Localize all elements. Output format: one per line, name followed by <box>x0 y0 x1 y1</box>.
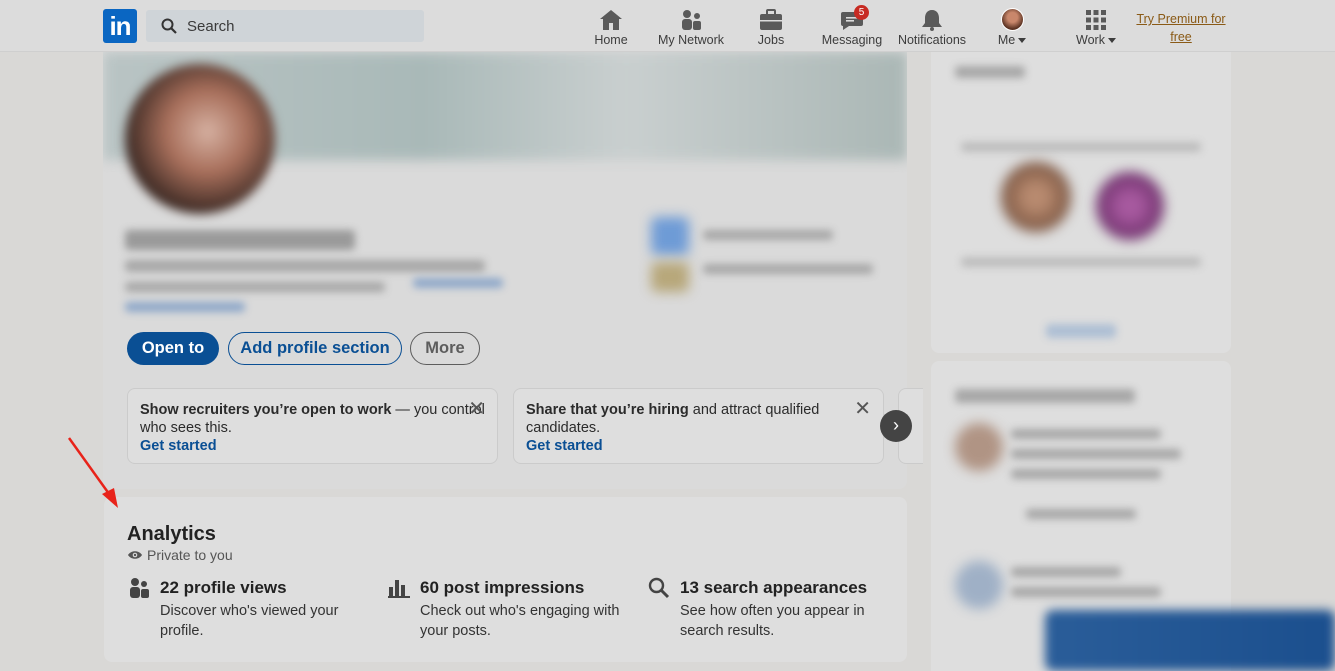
annotation-arrow-icon <box>67 437 118 508</box>
blurred-person-photo <box>1001 162 1071 232</box>
nav-me-label: Me <box>997 33 1016 47</box>
people-icon <box>130 578 149 598</box>
blurred-school-name <box>703 264 873 274</box>
blurred-person-photo <box>1096 172 1164 240</box>
blurred-name <box>125 230 355 250</box>
nav-home-label: Home <box>594 33 628 47</box>
nav-notifications-label: Notifications <box>897 33 967 47</box>
blurred-line <box>1011 449 1181 459</box>
privacy-text: Private to you <box>147 547 233 563</box>
blurred-company-logo <box>651 217 689 255</box>
chevron-down-icon <box>1018 38 1027 43</box>
nav-work[interactable]: Work <box>1072 5 1120 49</box>
more-button[interactable]: More <box>410 332 480 365</box>
blurred-line <box>961 142 1201 152</box>
blurred-line <box>961 257 1201 267</box>
blurred-headline <box>125 260 485 272</box>
blurred-line <box>1011 469 1161 479</box>
nav-work-label: Work <box>1076 33 1105 47</box>
profile-photo <box>125 64 275 214</box>
blurred-school-logo <box>651 262 689 292</box>
grid-icon <box>1086 10 1106 30</box>
hiring-suggestion: Share that you’re hiring and attract qua… <box>513 388 884 464</box>
home-icon <box>600 10 622 30</box>
analytics-title: Analytics <box>127 523 216 545</box>
search-icon <box>161 18 177 34</box>
analytics-card: Analytics Private to you 22 profile view… <box>104 497 907 662</box>
briefcase-icon <box>760 9 782 30</box>
search-icon <box>648 577 670 599</box>
chevron-right-icon: › <box>893 415 899 435</box>
close-icon[interactable]: ✕ <box>468 399 485 419</box>
metric-title: 22 profile views <box>160 578 287 597</box>
nav-jobs[interactable]: Jobs <box>752 5 790 49</box>
get-started-link[interactable]: Get started <box>526 437 871 455</box>
premium-line-1: Try Premium for <box>1136 12 1226 26</box>
blurred-heading <box>955 389 1135 403</box>
search-input[interactable] <box>187 17 407 35</box>
blurred-profile-header <box>103 52 907 327</box>
chevron-down-icon <box>1107 38 1116 43</box>
metric-title: 13 search appearances <box>680 578 868 597</box>
nav-jobs-label: Jobs <box>757 33 785 47</box>
blurred-messaging-bar <box>1045 610 1335 671</box>
metric-description: Discover who's viewed your profile. <box>160 603 339 639</box>
metric-description: Check out who's engaging with your posts… <box>420 603 620 639</box>
blurred-contact-link <box>413 278 503 288</box>
blurred-line <box>1011 567 1121 577</box>
privacy-note: Private to you <box>127 547 233 563</box>
avatar <box>1000 8 1024 31</box>
blurred-line <box>1026 509 1136 519</box>
blurred-line <box>1011 429 1161 439</box>
eye-icon <box>128 551 142 559</box>
blurred-avatar <box>955 423 1003 471</box>
nav-messaging-label: Messaging <box>821 33 883 47</box>
blurred-company-name <box>703 230 833 240</box>
network-icon <box>682 10 701 30</box>
open-to-work-suggestion: Show recruiters you’re open to work — yo… <box>127 388 498 464</box>
close-icon[interactable]: ✕ <box>854 399 871 419</box>
add-profile-section-button[interactable]: Add profile section <box>228 332 402 365</box>
blurred-heading <box>955 66 1025 78</box>
sidebar-card-people <box>931 52 1231 353</box>
suggestion-bold-text: Show recruiters you’re open to work <box>140 402 392 418</box>
get-started-link[interactable]: Get started <box>140 437 485 455</box>
blurred-button <box>1046 324 1116 338</box>
metric-description: See how often you appear in search resul… <box>680 603 865 639</box>
nav-my-network[interactable]: My Network <box>655 5 727 49</box>
try-premium-link[interactable]: Try Premium for free <box>1128 10 1234 46</box>
search-box[interactable] <box>146 10 424 42</box>
bar-chart-icon <box>388 580 410 598</box>
messaging-badge: 5 <box>854 5 869 20</box>
open-to-button[interactable]: Open to <box>127 332 219 365</box>
nav-me[interactable]: Me <box>992 5 1032 49</box>
bell-icon <box>922 10 942 31</box>
nav-my-network-label: My Network <box>658 33 724 47</box>
suggestion-bold-text: Share that you’re hiring <box>526 402 689 418</box>
carousel-next-button[interactable]: › <box>880 410 912 442</box>
blurred-line <box>1011 587 1161 597</box>
blurred-connections <box>125 302 245 312</box>
nav-notifications[interactable]: Notifications <box>894 5 970 49</box>
nav-home[interactable]: Home <box>590 5 632 49</box>
nav-messaging[interactable]: 5 Messaging <box>820 5 884 49</box>
top-navigation-bar: in Home My Network Jobs 5 Messaging Noti… <box>0 0 1335 52</box>
blurred-avatar <box>955 561 1003 609</box>
linkedin-logo[interactable]: in <box>103 9 137 43</box>
metric-title: 60 post impressions <box>420 578 585 597</box>
blurred-location <box>125 282 385 292</box>
premium-line-2: free <box>1170 30 1192 44</box>
